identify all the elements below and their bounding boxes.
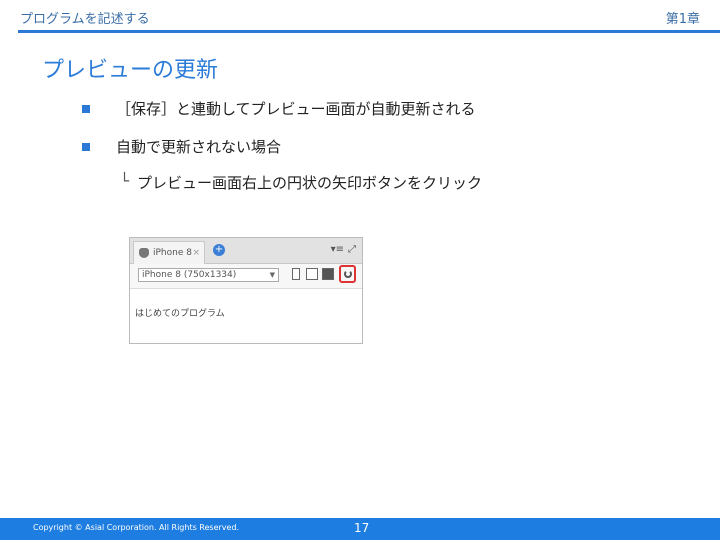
menu-icon[interactable]: ▾≡: [331, 244, 344, 255]
landscape-icon[interactable]: [306, 268, 318, 280]
orientation-tools: [290, 268, 334, 280]
slide-title: プレビューの更新: [42, 58, 219, 83]
preview-content-text: はじめてのプログラム: [135, 309, 225, 319]
bullet-item: ［保存］と連動してプレビュー画面が自動更新される: [82, 98, 476, 119]
bullet-square-icon: [82, 104, 90, 113]
apple-icon: [139, 248, 149, 258]
device-select-value: iPhone 8 (750x1334): [142, 270, 237, 280]
header-divider: [18, 30, 720, 33]
sub-bullet-mark: └: [120, 172, 130, 190]
copyright: Copyright © Asial Corporation. All Right…: [33, 523, 240, 532]
section-title: プログラムを記述する: [20, 12, 150, 27]
tab-label: iPhone 8: [153, 248, 192, 258]
fullscreen-icon[interactable]: ⤢: [348, 244, 356, 255]
bullet-text: 自動で更新されない場合: [116, 138, 282, 156]
page-number: 17: [354, 521, 370, 535]
chapter-label: 第1章: [665, 12, 700, 27]
footer-bar: Copyright © Asial Corporation. All Right…: [0, 518, 720, 540]
screenshot-icon[interactable]: [322, 268, 334, 280]
tab-bar: iPhone 8 × + ▾≡ ⤢: [130, 238, 362, 264]
preview-screenshot: iPhone 8 × + ▾≡ ⤢ iPhone 8 (750x1334) ▼ …: [129, 237, 363, 344]
preview-toolbar: iPhone 8 (750x1334) ▼: [130, 264, 362, 289]
reload-button[interactable]: [339, 265, 356, 283]
portrait-icon[interactable]: [292, 268, 300, 280]
reload-icon: [343, 270, 352, 278]
add-tab-icon[interactable]: +: [213, 244, 225, 256]
chevron-down-icon: ▼: [269, 271, 275, 279]
bullet-square-icon: [82, 142, 90, 151]
device-select[interactable]: iPhone 8 (750x1334) ▼: [138, 268, 279, 282]
tab-iphone8[interactable]: iPhone 8 ×: [133, 241, 205, 264]
bullet-item: 自動で更新されない場合: [82, 136, 281, 157]
sub-bullet: └ プレビュー画面右上の円状の矢印ボタンをクリック: [120, 172, 482, 193]
sub-bullet-text: プレビュー画面右上の円状の矢印ボタンをクリック: [137, 174, 483, 192]
bullet-text: ［保存］と連動してプレビュー画面が自動更新される: [116, 100, 476, 118]
window-controls: ▾≡ ⤢: [331, 244, 356, 255]
close-icon[interactable]: ×: [192, 248, 200, 258]
